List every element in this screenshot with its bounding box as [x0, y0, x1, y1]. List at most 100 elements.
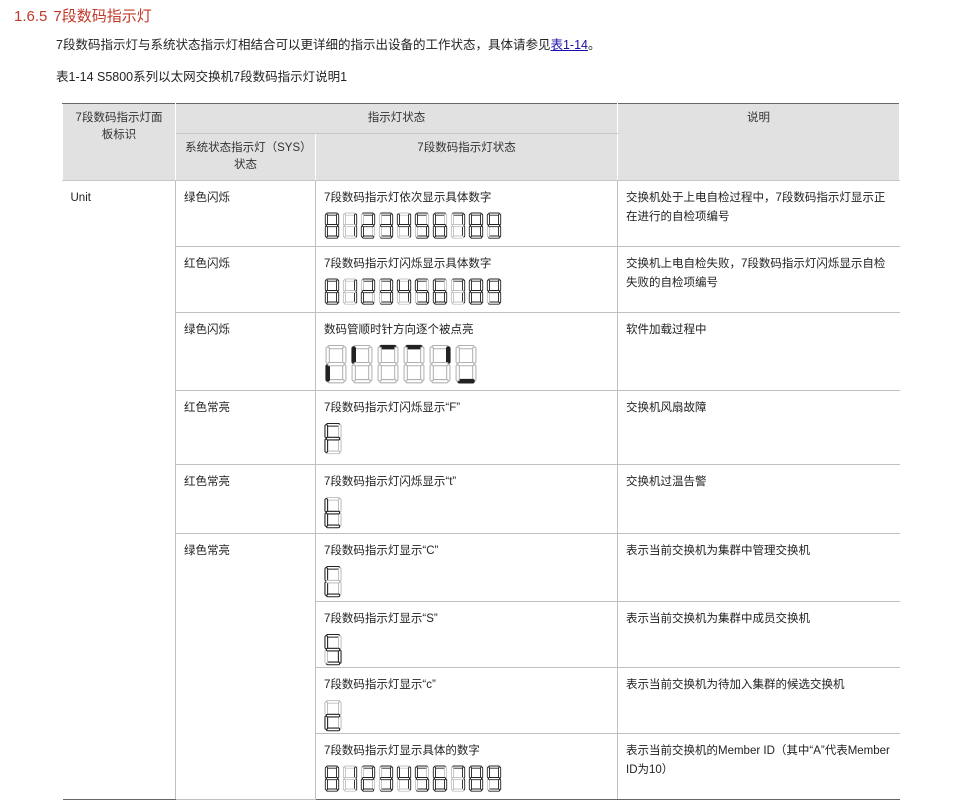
- table-row: Unit 绿色闪烁 7段数码指示灯依次显示具体数字 交换机处于上电自检过程中，7段数码…: [62, 180, 900, 800]
- seg-status-text: 7段数码指示灯显示“C”: [324, 545, 439, 557]
- seg-status-cell: 7段数码指示灯显示“C”: [315, 533, 618, 602]
- seg-status-text: 7段数码指示灯显示“S”: [324, 613, 438, 625]
- seven-segment-display: [324, 496, 609, 529]
- seg-status-cell: 7段数码指示灯显示“c”: [315, 667, 618, 734]
- table-row: 红色闪烁 7段数码指示灯闪烁显示具体数字 交换机上电自检失败，7段数码指示灯闪烁显示…: [63, 246, 900, 313]
- description-cell: 软件加载过程中: [617, 312, 900, 391]
- segment-digit-icon: [378, 278, 394, 305]
- seven-segment-display: [324, 278, 609, 308]
- seg-status-cell: 7段数码指示灯显示具体的数字: [315, 733, 618, 800]
- table-caption: 表1-14 S5800系列以太网交换机7段数码指示灯说明1: [56, 70, 348, 84]
- seg-status-text: 7段数码指示灯显示具体的数字: [324, 745, 480, 757]
- description-cell: 表示当前交换机为待加入集群的候选交换机: [617, 667, 900, 734]
- seg-status-cell: 7段数码指示灯闪烁显示具体数字: [315, 246, 618, 313]
- seg-status-text: 7段数码指示灯闪烁显示“F”: [324, 402, 461, 414]
- segment-digit-icon: [432, 278, 448, 305]
- header-seg: 7段数码指示灯状态: [315, 133, 618, 181]
- description-cell: 表示当前交换机的Member ID（其中“A”代表Member ID为10）: [617, 733, 900, 800]
- header-sys: 系统状态指示灯（SYS）状态: [175, 133, 316, 181]
- segment-digit-icon: [360, 765, 376, 792]
- seven-segment-display: [324, 344, 609, 386]
- segment-digit-icon: [396, 765, 412, 792]
- segment-digit-icon: [360, 212, 376, 239]
- segment-digit-icon: [468, 278, 484, 305]
- description-cell: 交换机上电自检失败，7段数码指示灯闪烁显示自检失败的自检项编号: [617, 246, 900, 313]
- segment-digit-icon: [486, 212, 502, 239]
- panel-unit-cell: Unit: [62, 180, 176, 800]
- seven-segment-display: [324, 565, 609, 598]
- segment-digit-icon: [403, 344, 425, 384]
- sys-status-cell: 绿色常亮: [175, 533, 316, 800]
- segment-digit-icon: [324, 278, 340, 305]
- sys-status-cell: 红色常亮: [175, 464, 316, 534]
- section-number: 1.6.5: [14, 8, 48, 25]
- table-body: Unit 绿色闪烁 7段数码指示灯依次显示具体数字 交换机处于上电自检过程中，7段数码…: [62, 180, 900, 800]
- description-cell: 交换机处于上电自检过程中，7段数码指示灯显示正在进行的自检项编号: [617, 180, 900, 247]
- segment-digit-icon: [325, 344, 347, 384]
- seven-segment-display: [324, 765, 609, 795]
- segment-digit-icon: [360, 278, 376, 305]
- header-status: 指示灯状态: [175, 103, 618, 134]
- description-cell: 交换机过温告警: [617, 464, 900, 534]
- segment-digit-icon: [342, 212, 358, 239]
- sys-status-cell: 红色常亮: [175, 390, 316, 465]
- segment-digit-icon: [342, 765, 358, 792]
- seg-status-cell: 7段数码指示灯闪烁显示“F”: [315, 390, 618, 465]
- segment-digit-icon: [486, 765, 502, 792]
- segment-digit-icon: [378, 765, 394, 792]
- section-title: 7段数码指示灯: [53, 8, 152, 25]
- segment-digit-icon: [414, 212, 430, 239]
- table-row: 红色常亮 7段数码指示灯闪烁显示“t” 交换机过温告警: [63, 464, 900, 534]
- table-row: 红色常亮 7段数码指示灯闪烁显示“F” 交换机风扇故障: [63, 390, 900, 465]
- segment-digit-icon: [414, 765, 430, 792]
- segment-digit-icon: [414, 278, 430, 305]
- sys-status-cell: 红色闪烁: [175, 246, 316, 313]
- segment-digit-icon: [324, 633, 342, 666]
- segment-digit-icon: [450, 278, 466, 305]
- table-row: 绿色常亮 7段数码指示灯显示“C” 表示当前交换机为集群中管理交换机: [63, 533, 900, 800]
- sys-status-cell: 绿色闪烁: [175, 312, 316, 391]
- seg-status-cell: 7段数码指示灯闪烁显示“t”: [315, 464, 618, 534]
- seven-segment-display: [324, 633, 609, 666]
- segment-digit-icon: [450, 765, 466, 792]
- segment-digit-icon: [396, 278, 412, 305]
- seven-segment-display: [324, 212, 609, 242]
- indicator-table: 7段数码指示灯面板标识 指示灯状态 说明 系统状态指示灯（SYS）状态 7段数码…: [62, 103, 900, 800]
- segment-digit-icon: [377, 344, 399, 384]
- segment-digit-icon: [396, 212, 412, 239]
- intro-end: 。: [588, 38, 601, 52]
- segment-digit-icon: [468, 212, 484, 239]
- header-description: 说明: [617, 103, 900, 181]
- seg-status-cell: 7段数码指示灯依次显示具体数字: [315, 180, 618, 247]
- seg-status-cell: 7段数码指示灯显示“S”: [315, 601, 618, 668]
- segment-digit-icon: [324, 700, 342, 732]
- description-cell: 表示当前交换机为集群中管理交换机: [617, 533, 900, 602]
- table-ref-link[interactable]: 表1-14: [550, 38, 588, 52]
- seg-status-text: 7段数码指示灯依次显示具体数字: [324, 192, 492, 204]
- segment-digit-icon: [429, 344, 451, 384]
- description-cell: 交换机风扇故障: [617, 390, 900, 465]
- segment-digit-icon: [378, 212, 394, 239]
- segment-digit-icon: [324, 212, 340, 239]
- segment-digit-icon: [450, 212, 466, 239]
- seven-segment-display: [324, 422, 609, 455]
- segment-digit-icon: [324, 422, 342, 455]
- intro-paragraph: 7段数码指示灯与系统状态指示灯相结合可以更详细的指示出设备的工作状态，具体请参见…: [56, 34, 601, 53]
- seg-status-text: 数码管顺时针方向逐个被点亮: [324, 324, 474, 336]
- segment-digit-icon: [324, 497, 342, 529]
- sys-status-cell: 绿色闪烁: [175, 180, 316, 247]
- seg-status-cell: 数码管顺时针方向逐个被点亮: [315, 312, 618, 391]
- description-cell: 表示当前交换机为集群中成员交换机: [617, 601, 900, 668]
- seg-status-text: 7段数码指示灯显示“c”: [324, 679, 436, 691]
- seven-segment-display: [324, 699, 609, 732]
- seg-status-text: 7段数码指示灯闪烁显示“t”: [324, 476, 457, 488]
- segment-digit-icon: [432, 765, 448, 792]
- table-row: 绿色闪烁 数码管顺时针方向逐个被点亮 软件加载过程中: [63, 312, 900, 391]
- header-panel: 7段数码指示灯面板标识: [62, 103, 176, 181]
- segment-digit-icon: [468, 765, 484, 792]
- segment-digit-icon: [455, 344, 477, 384]
- intro-text: 7段数码指示灯与系统状态指示灯相结合可以更详细的指示出设备的工作状态，具体请参见: [56, 38, 551, 52]
- segment-digit-icon: [351, 344, 373, 384]
- segment-digit-icon: [324, 765, 340, 792]
- section-heading: 1.6.5 7段数码指示灯: [14, 5, 152, 26]
